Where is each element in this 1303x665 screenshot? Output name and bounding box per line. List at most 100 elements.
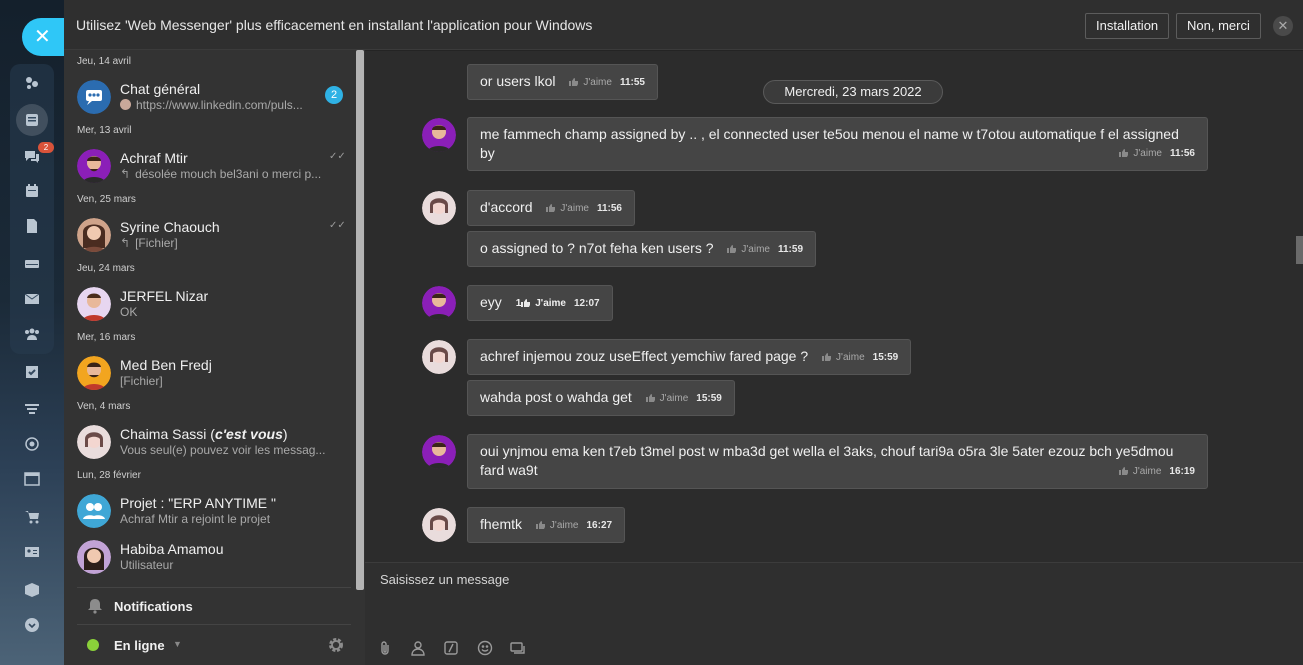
like-button[interactable]: J'aime bbox=[660, 393, 689, 404]
message-scrollbar[interactable] bbox=[1296, 236, 1303, 264]
thumbs-up-icon bbox=[1118, 467, 1128, 475]
mail-icon[interactable] bbox=[18, 285, 46, 313]
chat-preview: ↰ désolée mouch bel3ani o merci p... bbox=[120, 167, 322, 181]
groups-icon[interactable] bbox=[18, 320, 46, 348]
notifications-item[interactable]: Notifications bbox=[77, 587, 351, 623]
chat-item-habiba[interactable]: Habiba Amamou Utilisateur bbox=[64, 540, 354, 592]
message-bubble: d'accord J'aime 11:56 bbox=[467, 190, 635, 226]
sites-icon[interactable] bbox=[18, 465, 46, 493]
avatar bbox=[422, 435, 456, 469]
avatar bbox=[77, 356, 111, 390]
chat-list: Jeu, 14 avril Chat général https://www.l… bbox=[64, 50, 365, 665]
message-meta: J'aime 11:56 bbox=[546, 199, 622, 218]
message-meta: J'aime 15:59 bbox=[645, 389, 722, 408]
avatar bbox=[422, 340, 456, 374]
thumbs-up-icon bbox=[569, 78, 579, 86]
thumbs-up-icon bbox=[822, 353, 832, 361]
date-separator: Mer, 13 avril bbox=[77, 125, 132, 136]
chat-name: Habiba Amamou bbox=[120, 541, 224, 557]
notifications-label: Notifications bbox=[114, 599, 193, 614]
message-meta: J'aime 15:59 bbox=[822, 348, 898, 367]
chat-name: Med Ben Fredj bbox=[120, 357, 212, 373]
drive-icon[interactable] bbox=[18, 250, 46, 278]
close-icon[interactable]: ✕ bbox=[22, 18, 64, 56]
message-bubble: eyy 1 J'aime 12:07 bbox=[467, 285, 613, 321]
gear-icon[interactable] bbox=[327, 636, 345, 654]
calendar-icon[interactable] bbox=[18, 177, 46, 205]
status-label: En ligne bbox=[114, 638, 165, 653]
chat-name: Projet : "ERP ANYTIME " bbox=[120, 495, 276, 511]
date-separator: Lun, 28 février bbox=[77, 470, 141, 481]
chat-name: Chaima Sassi (c'est vous) bbox=[120, 426, 288, 442]
message-meta: J'aime 11:56 bbox=[1119, 144, 1195, 163]
chat-name: Achraf Mtir bbox=[120, 150, 188, 166]
message-meta: J'aime 16:19 bbox=[1118, 462, 1195, 481]
more-icon[interactable] bbox=[510, 640, 526, 656]
app-rail: ✕ 2 bbox=[0, 0, 64, 665]
message-bubble: or users lkol J'aime 11:55 bbox=[467, 64, 658, 100]
thumbs-up-icon bbox=[521, 299, 531, 307]
activity-icon[interactable] bbox=[18, 69, 46, 97]
status-selector[interactable]: En ligne ▼ bbox=[77, 624, 351, 665]
like-button[interactable]: J'aime bbox=[560, 203, 589, 214]
box-icon[interactable] bbox=[18, 576, 46, 604]
tasks-icon[interactable] bbox=[18, 358, 46, 386]
avatar bbox=[77, 540, 111, 574]
online-status-dot bbox=[87, 639, 99, 651]
chat-name: Syrine Chaouch bbox=[120, 219, 220, 235]
avatar bbox=[77, 287, 111, 321]
like-button[interactable]: J'aime bbox=[1133, 148, 1162, 159]
message-input[interactable]: Saisissez un message bbox=[380, 572, 509, 587]
target-icon[interactable] bbox=[18, 430, 46, 458]
message-composer[interactable]: Saisissez un message bbox=[365, 562, 1303, 665]
thumbs-up-icon bbox=[535, 521, 545, 529]
chat-preview: [Fichier] bbox=[120, 374, 163, 388]
command-icon[interactable] bbox=[443, 640, 459, 656]
thumbs-up-icon bbox=[546, 204, 556, 212]
chat-name: Chat général bbox=[120, 81, 201, 97]
banner-text: Utilisez 'Web Messenger' plus efficaceme… bbox=[76, 17, 593, 33]
avatar bbox=[422, 118, 456, 152]
like-button[interactable]: J'aime bbox=[1133, 466, 1162, 477]
chat-preview: Achraf Mtir a rejoint le projet bbox=[120, 512, 271, 526]
chat-preview: https://www.linkedin.com/puls... bbox=[120, 98, 344, 112]
chat-item-project[interactable]: Projet : "ERP ANYTIME " Achraf Mtir a re… bbox=[64, 494, 354, 546]
avatar bbox=[422, 286, 456, 320]
date-separator: Mer, 16 mars bbox=[77, 332, 136, 343]
message-meta: J'aime 11:59 bbox=[727, 240, 803, 259]
shop-icon[interactable] bbox=[18, 503, 46, 531]
emoji-icon[interactable] bbox=[477, 640, 493, 656]
document-icon[interactable] bbox=[18, 212, 46, 240]
chat-list-footer: Notifications En ligne ▼ bbox=[64, 587, 351, 665]
message-bubble: oui ynjmou ema ken t7eb t3mel post w mba… bbox=[467, 434, 1208, 489]
attach-icon[interactable] bbox=[377, 640, 393, 656]
self-tag: c'est vous bbox=[214, 426, 283, 442]
avatar bbox=[422, 508, 456, 542]
funnel-icon[interactable] bbox=[18, 395, 46, 423]
like-button[interactable]: J'aime bbox=[583, 77, 612, 88]
close-icon[interactable]: ✕ bbox=[1273, 16, 1293, 36]
date-separator: Jeu, 14 avril bbox=[77, 56, 131, 67]
like-button[interactable]: J'aime bbox=[550, 520, 579, 531]
avatar bbox=[77, 149, 111, 183]
read-check-icon: ✓✓ bbox=[329, 220, 346, 231]
like-button[interactable]: J'aime bbox=[535, 298, 566, 309]
chat-name: JERFEL Nizar bbox=[120, 288, 209, 304]
read-check-icon: ✓✓ bbox=[329, 151, 346, 162]
message-bubble: wahda post o wahda get J'aime 15:59 bbox=[467, 380, 735, 416]
message-meta: J'aime 16:27 bbox=[535, 516, 612, 535]
chat-preview: OK bbox=[120, 305, 138, 319]
thumbs-up-icon bbox=[645, 394, 655, 402]
chevron-down-icon[interactable] bbox=[18, 611, 46, 639]
sender-avatar bbox=[120, 99, 131, 110]
chat-list-scrollbar[interactable] bbox=[356, 50, 364, 590]
messenger-icon[interactable] bbox=[16, 104, 48, 136]
like-button[interactable]: J'aime bbox=[836, 352, 865, 363]
install-button[interactable]: Installation bbox=[1085, 13, 1170, 39]
like-button[interactable]: J'aime bbox=[741, 244, 770, 255]
decline-button[interactable]: Non, merci bbox=[1176, 13, 1261, 39]
contact-card-icon[interactable] bbox=[18, 538, 46, 566]
chat-preview: Vous seul(e) pouvez voir les messag... bbox=[120, 443, 326, 457]
message-meta: 1 J'aime 12:07 bbox=[515, 298, 600, 309]
mention-user-icon[interactable] bbox=[410, 640, 426, 656]
